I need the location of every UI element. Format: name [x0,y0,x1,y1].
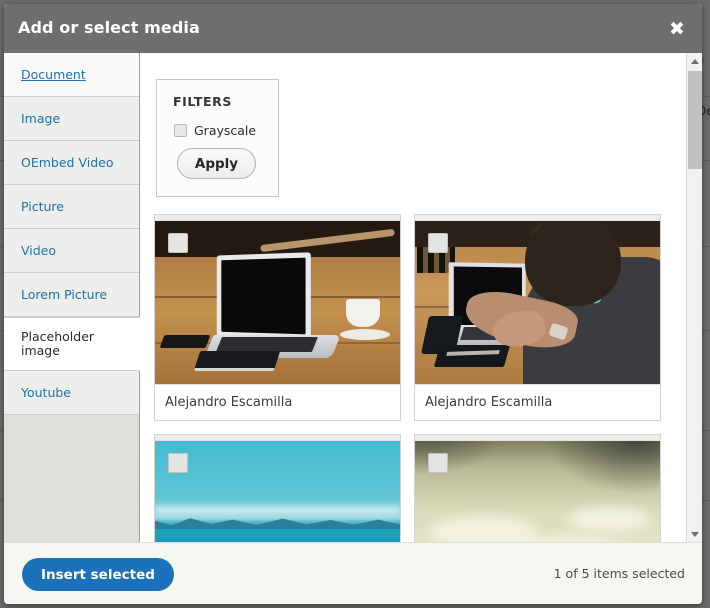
media-card[interactable] [414,434,661,542]
media-select-checkbox[interactable] [428,453,448,473]
media-caption: Alejandro Escamilla [415,384,660,420]
media-grid: Alejandro Escamilla Alejandro Escamilla [154,214,674,542]
sidebar-item-label: Image [21,110,61,126]
insert-selected-button[interactable]: Insert selected [22,558,174,591]
thumbnail-art-person-typing [415,221,660,384]
media-card[interactable] [154,434,401,542]
sidebar-item-video[interactable]: Video [4,229,139,273]
thumbnail-art-turquoise-lake [155,441,400,542]
sidebar-item-picture[interactable]: Picture [4,185,139,229]
chevron-down-icon[interactable] [687,526,702,542]
media-browser: FILTERS Grayscale Apply Alejandro Escami… [141,53,686,542]
dialog-footer: Insert selected 1 of 5 items selected [4,542,702,604]
grayscale-checkbox[interactable] [174,124,187,137]
media-caption: Alejandro Escamilla [155,384,400,420]
media-thumbnail[interactable] [155,221,400,384]
dialog-header: Add or select media ✖ [4,4,702,53]
sidebar-item-label: Document [21,66,86,82]
sidebar-item-label: Placeholder image [21,329,95,358]
media-select-checkbox[interactable] [168,233,188,253]
thumbnail-art-cloudy-sky [415,441,660,542]
sidebar-item-label: Video [21,242,57,258]
close-icon[interactable]: ✖ [664,16,690,42]
apply-filters-button[interactable]: Apply [177,148,256,179]
media-select-checkbox[interactable] [168,453,188,473]
media-thumbnail[interactable] [415,441,660,542]
sidebar-item-image[interactable]: Image [4,97,139,141]
sidebar-item-lorem-picture[interactable]: Lorem Picture [4,273,139,317]
selection-status: 1 of 5 items selected [553,566,685,581]
media-type-sidebar: Document Image OEmbed Video Picture Vide… [4,53,140,542]
filters-panel: FILTERS Grayscale Apply [156,79,279,197]
sidebar-item-label: Picture [21,198,64,214]
grayscale-checkbox-row[interactable]: Grayscale [174,123,256,138]
media-thumbnail[interactable] [415,221,660,384]
sidebar-item-placeholder-image[interactable]: Placeholder image [4,317,140,371]
thumbnail-art-desk-laptop [155,221,400,384]
scrollbar-thumb[interactable] [688,71,702,169]
grayscale-label: Grayscale [194,123,257,138]
dialog-body: Document Image OEmbed Video Picture Vide… [4,53,702,542]
sidebar-item-youtube[interactable]: Youtube [4,371,139,415]
sidebar-item-label: OEmbed Video [21,154,114,170]
media-card[interactable]: Alejandro Escamilla [154,214,401,421]
media-card[interactable]: Alejandro Escamilla [414,214,661,421]
media-select-checkbox[interactable] [428,233,448,253]
sidebar-item-label: Youtube [21,384,71,400]
chevron-up-icon[interactable] [687,53,702,69]
sidebar-item-document[interactable]: Document [4,53,139,97]
filters-title: FILTERS [173,94,232,109]
sidebar-item-oembed-video[interactable]: OEmbed Video [4,141,139,185]
vertical-scrollbar[interactable] [686,53,702,542]
media-dialog: Add or select media ✖ Document Image OEm… [4,4,702,604]
sidebar-item-label: Lorem Picture [21,286,108,302]
dialog-title: Add or select media [18,18,200,37]
media-thumbnail[interactable] [155,441,400,542]
